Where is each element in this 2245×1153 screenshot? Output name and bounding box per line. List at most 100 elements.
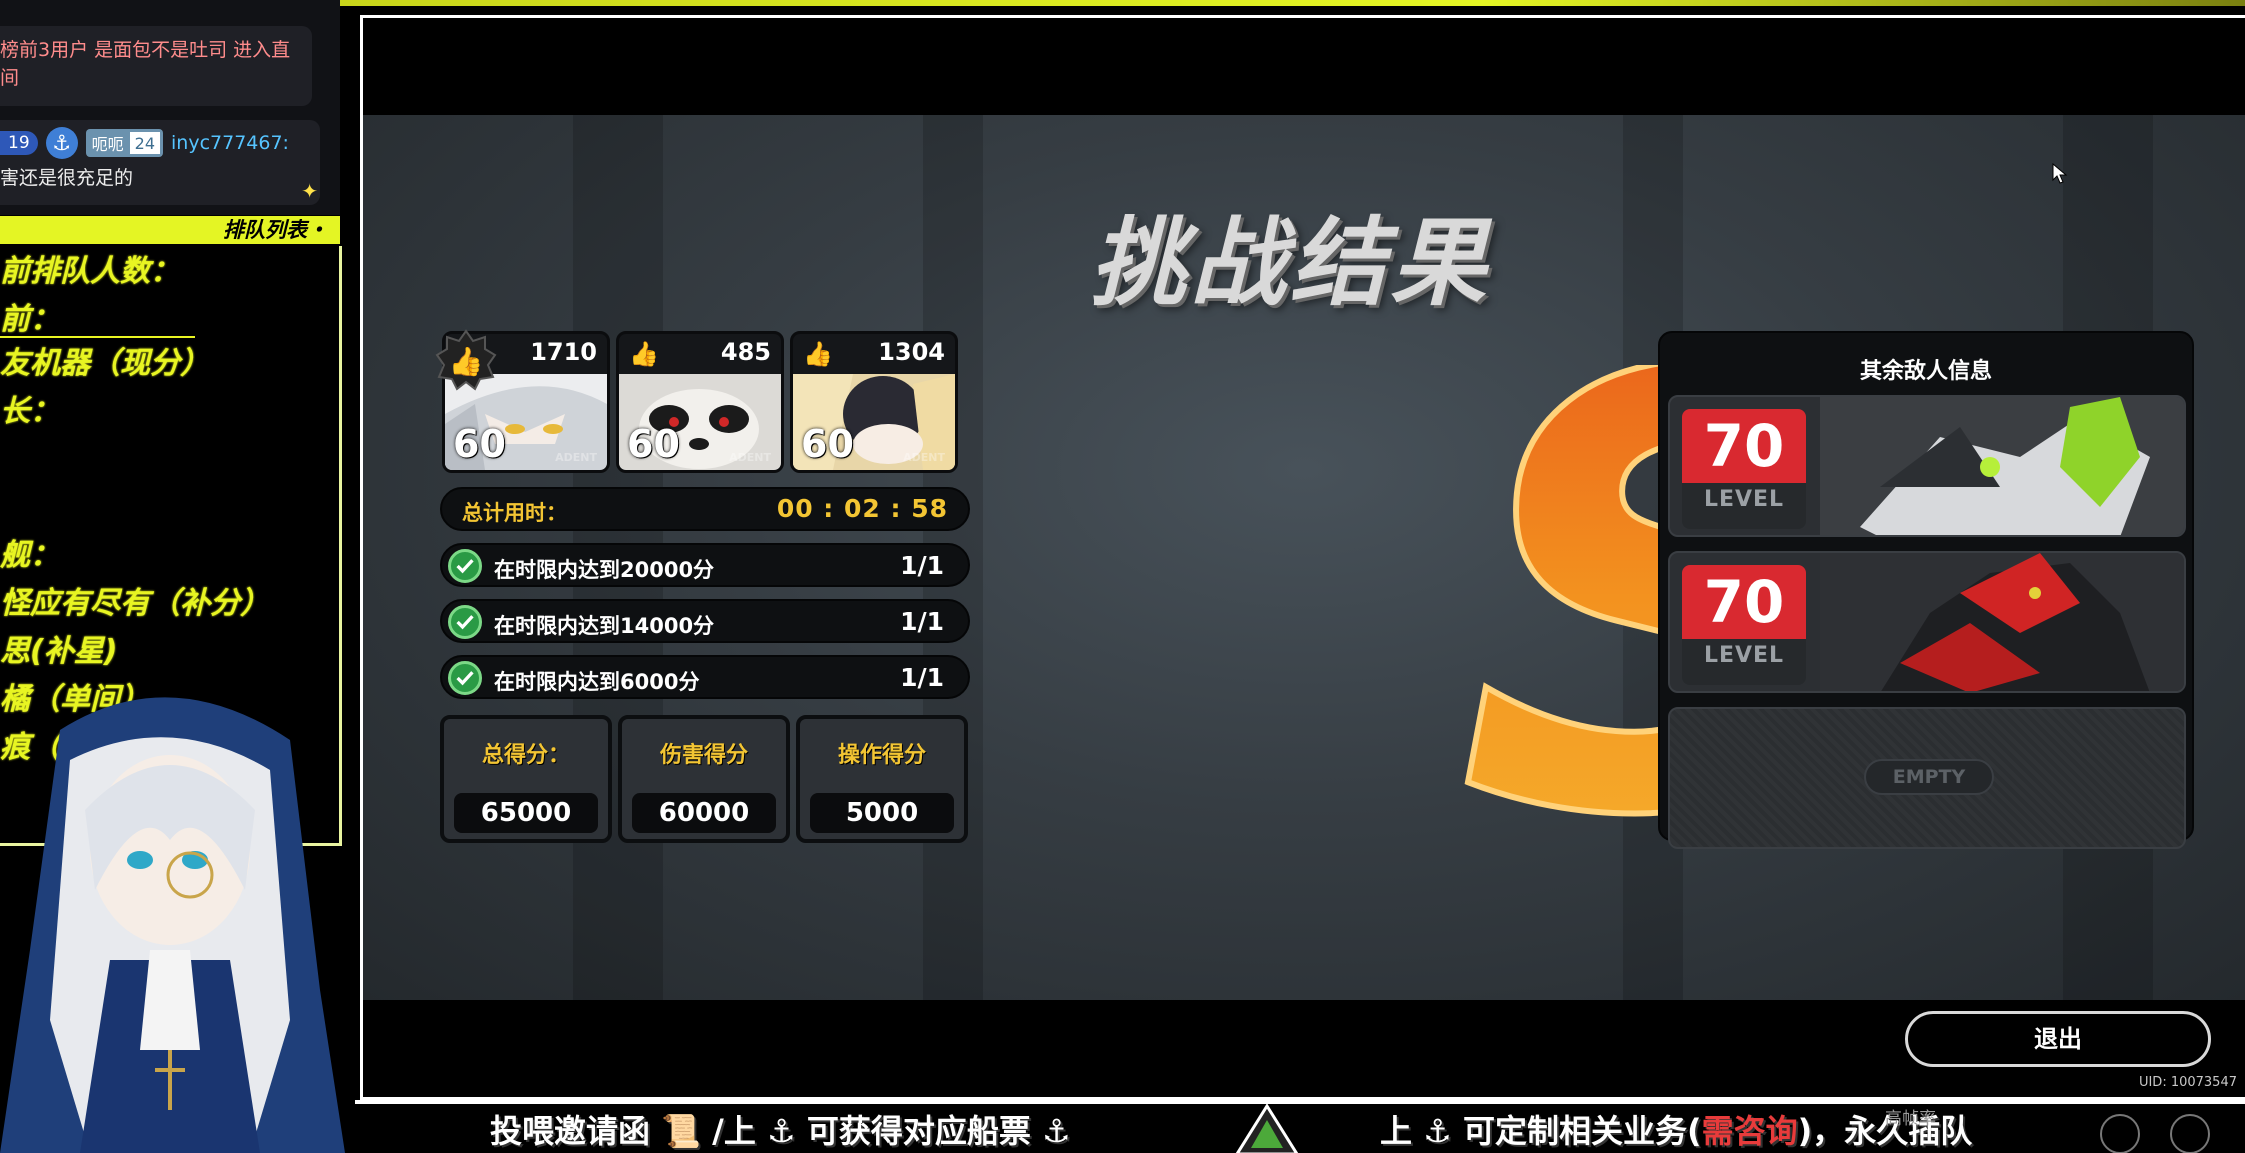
gift-count-badge: 19: [0, 131, 38, 155]
fan-medal-badge: 呃呃 24: [85, 129, 164, 157]
page-title: 挑战结果: [1090, 207, 1490, 319]
card-watermark: ADENT: [555, 451, 597, 464]
queue-line: 思(补星): [0, 634, 118, 669]
enemy-level: 70: [1682, 409, 1806, 483]
exit-button[interactable]: 退出: [1905, 1011, 2211, 1067]
score-label: 总得分：: [481, 743, 570, 768]
queue-line: 前：: [0, 302, 60, 337]
svg-text:👍: 👍: [449, 345, 484, 378]
enemy-level-label: LEVEL: [1703, 487, 1785, 512]
banner-text: 上: [1380, 1112, 1413, 1150]
sparkle-icon: ✦: [301, 179, 318, 203]
game-window: 挑战结果 👍 1710 60 ADENT 👍 👍 485: [360, 15, 2245, 1100]
objective-progress: 1/1: [900, 551, 944, 580]
objective-row: 在时限内达到6000分 1/1: [440, 655, 970, 699]
banner-left-text: 投喂邀请函 📜 /上 ⚓ 可获得对应船票 ⚓: [490, 1106, 1071, 1152]
character-level: 60: [801, 422, 854, 466]
enemy-portrait: [1820, 397, 2184, 535]
check-icon: [448, 605, 482, 639]
queue-line: 舰：: [0, 538, 60, 573]
card-watermark: ADENT: [729, 451, 771, 464]
objective-progress: 1/1: [900, 607, 944, 636]
enemy-info-panel: 其余敌人信息 70 LEVEL 70 LEVEL EMPTY: [1658, 331, 2194, 849]
anchor-icon: ⚓: [1423, 1112, 1452, 1150]
queue-line: 怪应有尽有（补分）: [0, 586, 270, 621]
tv-icon: [2100, 1114, 2140, 1153]
total-score-box: 总得分： 65000: [440, 715, 612, 843]
operation-score-box: 操作得分 5000: [796, 715, 968, 843]
screen-icon: [2170, 1114, 2210, 1153]
score-value: 65000: [454, 793, 598, 833]
overlay-ghost-text: 高帧率: [1885, 1109, 1936, 1129]
top-like-badge-icon: 👍: [435, 329, 497, 391]
mouse-cursor-icon: [2052, 163, 2068, 184]
score-label: 操作得分: [837, 743, 926, 768]
banner-text: 可定制相关业务(: [1462, 1112, 1702, 1150]
total-time-bar: 总计用时： 00 : 02 : 58: [440, 487, 970, 531]
warning-triangle-icon: [1235, 1104, 1299, 1153]
fan-medal-level: 24: [129, 132, 161, 154]
objective-text: 在时限内达到14000分: [494, 614, 715, 638]
anchor-icon: ⚓: [766, 1112, 796, 1150]
score-value: 5000: [810, 793, 954, 833]
character-level: 60: [453, 422, 506, 466]
gift-icon: 📜: [661, 1112, 701, 1150]
chat-message-text: 害还是很充足的: [0, 167, 134, 189]
enemy-empty-slot: EMPTY: [1668, 707, 2186, 849]
character-likes: 1304: [878, 338, 945, 366]
objective-row: 在时限内达到14000分 1/1: [440, 599, 970, 643]
queue-line: 长：: [0, 394, 60, 429]
total-time-label: 总计用时：: [462, 501, 567, 525]
chat-message-header: 19 ⚓ 呃呃 24 inyc777467:: [0, 127, 289, 159]
queue-header: 排队列表・: [0, 216, 340, 244]
score-label: 伤害得分: [659, 743, 748, 768]
vtuber-avatar: [0, 697, 345, 1153]
chat-area: 榜前3用户 是面包不是吐司 进入直 间 19 ⚓ 呃呃 24 inyc77746…: [0, 0, 340, 215]
character-likes: 485: [720, 338, 771, 366]
chat-username[interactable]: inyc777467:: [171, 132, 289, 154]
enemy-panel-title: 其余敌人信息: [1859, 359, 1992, 384]
check-icon: [448, 661, 482, 695]
character-card[interactable]: 👍 485 60 ADENT: [616, 331, 784, 473]
stream-sidebar: 榜前3用户 是面包不是吐司 进入直 间 19 ⚓ 呃呃 24 inyc77746…: [0, 0, 345, 1153]
banner-right-text: 上 ⚓ 可定制相关业务(需咨询)，永久插队: [1380, 1106, 1972, 1152]
top-accent-bar: [340, 0, 2245, 6]
thumbs-up-icon: 👍: [803, 340, 833, 368]
enemy-level-box: 70 LEVEL: [1682, 409, 1806, 529]
objective-text: 在时限内达到20000分: [494, 558, 715, 582]
bottom-banner: 投喂邀请函 📜 /上 ⚓ 可获得对应船票 ⚓ 上 ⚓ 可定制相关业务(需咨询)，…: [355, 1100, 2245, 1153]
character-card[interactable]: 👍 1304 60 ADENT: [790, 331, 958, 473]
banner-text: 可获得对应船票: [806, 1112, 1031, 1150]
objective-progress: 1/1: [900, 663, 944, 692]
banner-highlight: 需咨询: [1701, 1112, 1798, 1150]
anchor-icon: ⚓: [45, 127, 78, 159]
character-level: 60: [627, 422, 680, 466]
ticket-icon: ⚓: [1041, 1112, 1071, 1150]
fan-medal-name: 呃呃: [91, 135, 124, 154]
card-watermark: ADENT: [903, 451, 945, 464]
damage-score-box: 伤害得分 60000: [618, 715, 790, 843]
chat-message: 19 ⚓ 呃呃 24 inyc777467: 害还是很充足的 ✦: [0, 120, 320, 205]
enemy-card[interactable]: 70 LEVEL: [1668, 551, 2186, 693]
empty-label: EMPTY: [1864, 759, 1994, 795]
enemy-portrait: [1820, 553, 2184, 691]
queue-line: 友机器（现分）: [0, 346, 210, 381]
thumbs-up-icon: 👍: [629, 340, 659, 368]
enemy-level-label: LEVEL: [1703, 643, 1785, 668]
banner-text: 投喂邀请函: [490, 1112, 651, 1150]
chat-message-text: 间: [0, 67, 20, 89]
objective-text: 在时限内达到6000分: [494, 670, 700, 694]
enemy-card[interactable]: 70 LEVEL: [1668, 395, 2186, 537]
enemy-level-box: 70 LEVEL: [1682, 565, 1806, 685]
queue-line: 前排队人数：: [0, 254, 180, 289]
objective-row: 在时限内达到20000分 1/1: [440, 543, 970, 587]
enemy-level: 70: [1682, 565, 1806, 639]
uid-label: UID: 10073547: [2138, 1075, 2237, 1090]
character-likes: 1710: [530, 338, 597, 366]
banner-text: /上: [712, 1112, 756, 1150]
score-value: 60000: [632, 793, 776, 833]
chat-message-text: 榜前3用户 是面包不是吐司 进入直: [0, 39, 291, 61]
check-icon: [448, 549, 482, 583]
chat-message: 榜前3用户 是面包不是吐司 进入直 间: [0, 26, 312, 106]
total-time-value: 00 : 02 : 58: [776, 494, 948, 523]
